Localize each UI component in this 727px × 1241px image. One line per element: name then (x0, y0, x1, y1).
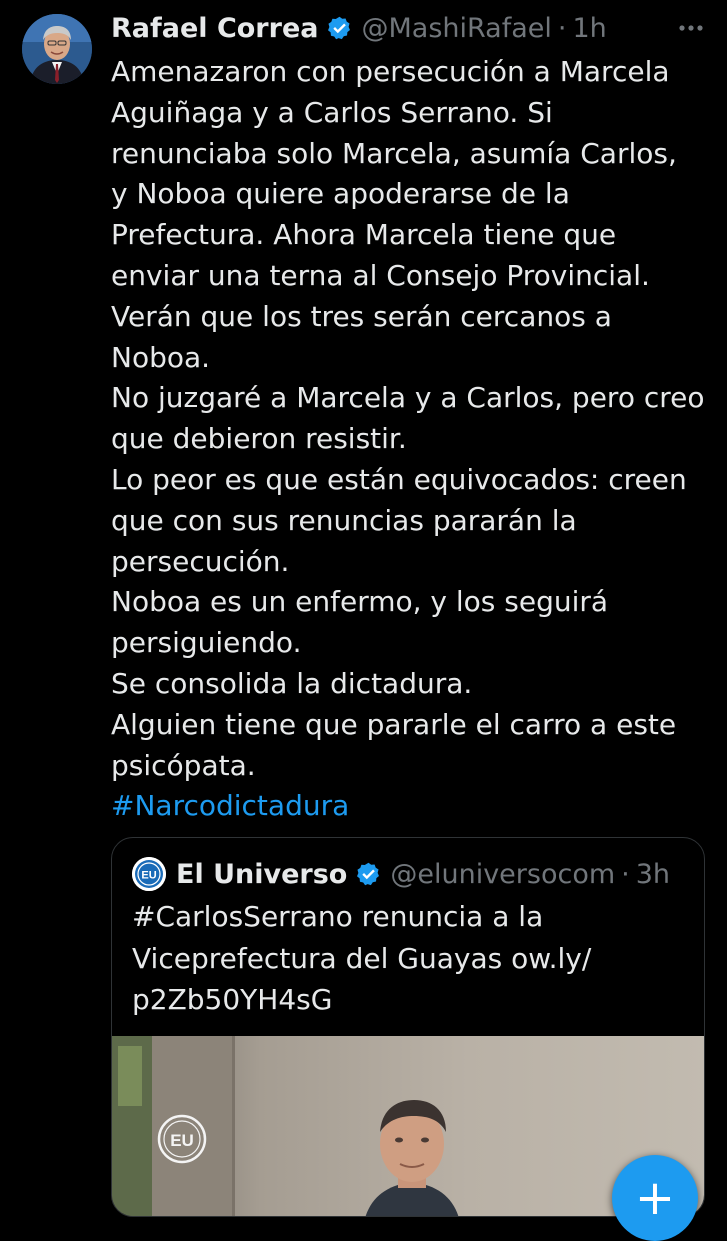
avatar-image (22, 14, 92, 84)
tweet-text-line: persiguiendo. (111, 626, 302, 660)
tweet-text-line: Prefectura. Ahora Marcela tiene que (111, 218, 617, 252)
hashtag-link[interactable]: #Narcodictadura (111, 786, 711, 827)
tweet-text-line: Aguiñaga y a Carlos Serrano. Si (111, 95, 553, 129)
quoted-author-name[interactable]: El Universo (176, 859, 347, 890)
tweet-header: Rafael Correa @MashiRafael · 1h (111, 10, 607, 46)
quoted-text-line: p2Zb50YH4sG (132, 983, 333, 1016)
tweet-text-line: Noboa es un enfermo, y los seguirá (111, 585, 609, 619)
tweet-text-line: psicópata. (111, 748, 256, 782)
tweet-timestamp[interactable]: 1h (572, 13, 606, 44)
quoted-author-avatar[interactable]: EU (132, 857, 166, 891)
tweet-text-line: y Noboa quiere apoderarse de la (111, 177, 570, 211)
quoted-tweet-text: #CarlosSerrano renuncia a la Viceprefect… (132, 896, 692, 1021)
author-handle[interactable]: @MashiRafael (361, 13, 551, 44)
tweet-text-line: Lo peor es que están equivocados: creen (111, 462, 687, 496)
more-options-icon[interactable] (677, 16, 705, 40)
verified-badge-icon (326, 15, 353, 42)
quoted-text-line: Viceprefectura del Guayas ow.ly/ (132, 941, 592, 975)
tweet-text-line: Se consolida la dictadura. (111, 666, 473, 700)
compose-tweet-button[interactable]: + (612, 1155, 698, 1241)
tweet-text: Amenazaron con persecución a Marcela Agu… (111, 52, 711, 827)
tweet-text-line: Verán que los tres serán cercanos a (111, 299, 612, 333)
tweet-text-line: Alguien tiene que pararle el carro a est… (111, 707, 677, 741)
quoted-avatar-text: EU (141, 870, 156, 882)
verified-badge-icon (355, 861, 382, 888)
tweet-text-line: enviar una terna al Consejo Provincial. (111, 258, 650, 292)
tweet-text-line: que con sus renuncias pararán la (111, 503, 577, 537)
author-name[interactable]: Rafael Correa (111, 13, 318, 44)
quoted-timestamp[interactable]: 3h (636, 859, 670, 890)
tweet-text-line: Noboa. (111, 340, 211, 374)
tweet-text-line: que debieron resistir. (111, 422, 407, 456)
author-avatar[interactable] (22, 14, 92, 84)
tweet-text-line: persecución. (111, 544, 290, 578)
image-watermark-text: EU (170, 1131, 194, 1150)
quoted-author-handle[interactable]: @eluniversocom (390, 859, 615, 890)
quoted-text-line: #CarlosSerrano renuncia a la (132, 900, 544, 933)
tweet-text-line: Amenazaron con persecución a Marcela (111, 55, 670, 88)
quoted-header-separator: · (621, 858, 630, 890)
tweet-text-line: renunciaba solo Marcela, asumía Carlos, (111, 136, 677, 170)
header-separator: · (557, 12, 567, 44)
tweet[interactable]: Rafael Correa @MashiRafael · 1h Amenazar… (0, 0, 727, 1241)
quoted-tweet-header: EU El Universo @eluniversocom · 3h (132, 856, 670, 892)
tweet-text-line: No juzgaré a Marcela y a Carlos, pero cr… (111, 381, 705, 415)
plus-icon: + (634, 1170, 676, 1226)
